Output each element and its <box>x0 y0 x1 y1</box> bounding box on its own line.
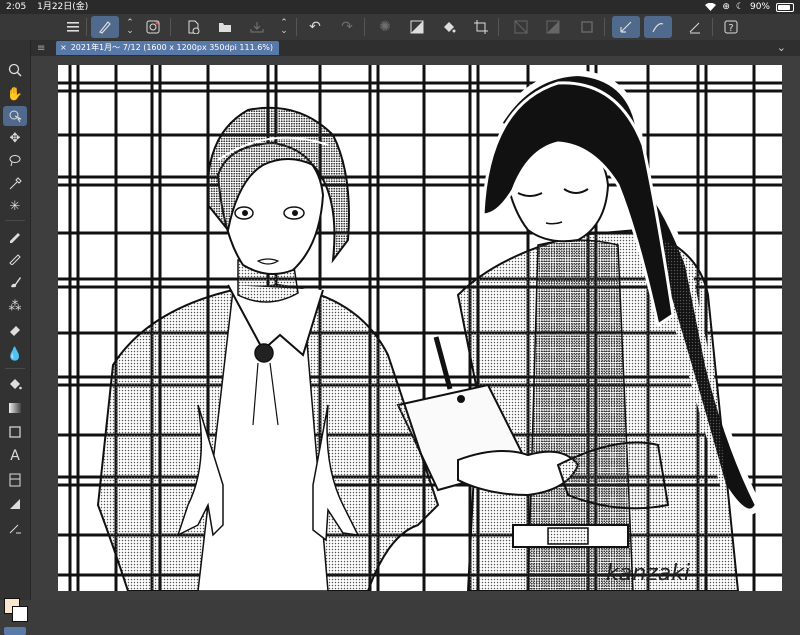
document-tab-title: 2021年1月〜 7/12 (1600 x 1200px 350dpi 111.… <box>70 43 274 52</box>
airbrush-icon[interactable]: ⁂ <box>3 296 27 316</box>
battery-percent: 90% <box>749 2 770 12</box>
shape-icon[interactable] <box>3 422 27 442</box>
new-canvas-icon[interactable] <box>182 16 204 38</box>
status-bar: 2:05 1月22日(金) ⊕ ☾ 90% <box>0 0 800 14</box>
hamburger-menu-icon[interactable] <box>62 16 84 38</box>
fill-icon[interactable] <box>406 16 428 38</box>
status-date: 1月22日(金) <box>37 2 89 12</box>
correction-icon[interactable] <box>3 518 27 538</box>
document-tab-strip: ≡ × 2021年1月〜 7/12 (1600 x 1200px 350dpi 1… <box>31 40 800 56</box>
snap-icon[interactable] <box>612 16 640 38</box>
half-fill-icon[interactable] <box>542 16 564 38</box>
text-icon[interactable]: A <box>3 446 27 466</box>
document-tab[interactable]: × 2021年1月〜 7/12 (1600 x 1200px 350dpi 111… <box>56 41 280 55</box>
panel-grip-icon[interactable]: ≡ <box>37 43 45 54</box>
loading-spinner-icon[interactable]: ✺ <box>374 16 396 38</box>
frame-icon[interactable] <box>3 470 27 490</box>
zoom-icon[interactable] <box>3 60 27 80</box>
drawing-select-icon[interactable] <box>91 16 119 38</box>
pen-icon[interactable] <box>3 226 27 246</box>
close-tab-icon[interactable]: × <box>60 43 67 52</box>
battery-icon <box>776 2 794 12</box>
capture-icon[interactable] <box>142 16 164 38</box>
orientation-lock-icon: ⊕ <box>722 2 730 12</box>
artwork: kanzaki <box>58 65 782 591</box>
swap-icon-2[interactable]: ⌃ ⌄ <box>278 16 290 38</box>
eraser-icon[interactable] <box>3 320 27 340</box>
left-toolbar: ✋ ✥ ✳ ⁂ 💧 A <box>0 40 31 635</box>
drawing-canvas[interactable]: kanzaki <box>58 65 782 591</box>
eyedropper-icon[interactable] <box>3 174 27 194</box>
fill-bucket-icon[interactable] <box>3 374 27 394</box>
auto-select-icon[interactable]: ✳ <box>3 196 27 216</box>
hand-icon[interactable]: ✋ <box>3 84 27 104</box>
frame-square-icon[interactable] <box>576 16 598 38</box>
moon-icon: ☾ <box>735 2 744 12</box>
swap-icon[interactable]: ⌃ ⌄ <box>124 16 136 38</box>
status-time: 2:05 <box>6 2 27 12</box>
blend-icon[interactable]: 💧 <box>3 344 27 364</box>
chevron-down-icon[interactable]: ⌄ <box>777 40 786 56</box>
ruler-tool-icon[interactable] <box>3 494 27 514</box>
crop-icon[interactable] <box>470 16 492 38</box>
color-mode-toggle[interactable] <box>4 627 26 635</box>
transparency-icon[interactable] <box>510 16 532 38</box>
undo-icon[interactable]: ↶ <box>304 16 326 38</box>
brush-settings-icon[interactable] <box>684 16 706 38</box>
redo-icon[interactable]: ↷ <box>336 16 358 38</box>
gradient-icon[interactable] <box>3 398 27 418</box>
canvas-area[interactable]: kanzaki <box>31 56 800 600</box>
open-folder-icon[interactable] <box>214 16 236 38</box>
bucket-fill-icon[interactable] <box>438 16 460 38</box>
save-icon[interactable] <box>246 16 268 38</box>
svg-text:?: ? <box>728 23 733 34</box>
pencil-icon[interactable] <box>3 248 27 268</box>
sub-color-swatch[interactable] <box>12 606 28 622</box>
artist-signature: kanzaki <box>606 561 690 586</box>
help-icon[interactable]: ? <box>720 16 742 38</box>
move-icon[interactable]: ✥ <box>3 128 27 148</box>
command-bar: ⌃ ⌄ ⌃ ⌄ ↶ ↷ ✺ ? <box>0 14 800 41</box>
brush-icon[interactable] <box>3 272 27 292</box>
lasso-icon[interactable] <box>3 150 27 170</box>
left-character <box>96 106 440 591</box>
wifi-icon <box>705 3 717 11</box>
object-select-icon[interactable] <box>3 106 27 126</box>
ruler-icon[interactable] <box>644 16 672 38</box>
